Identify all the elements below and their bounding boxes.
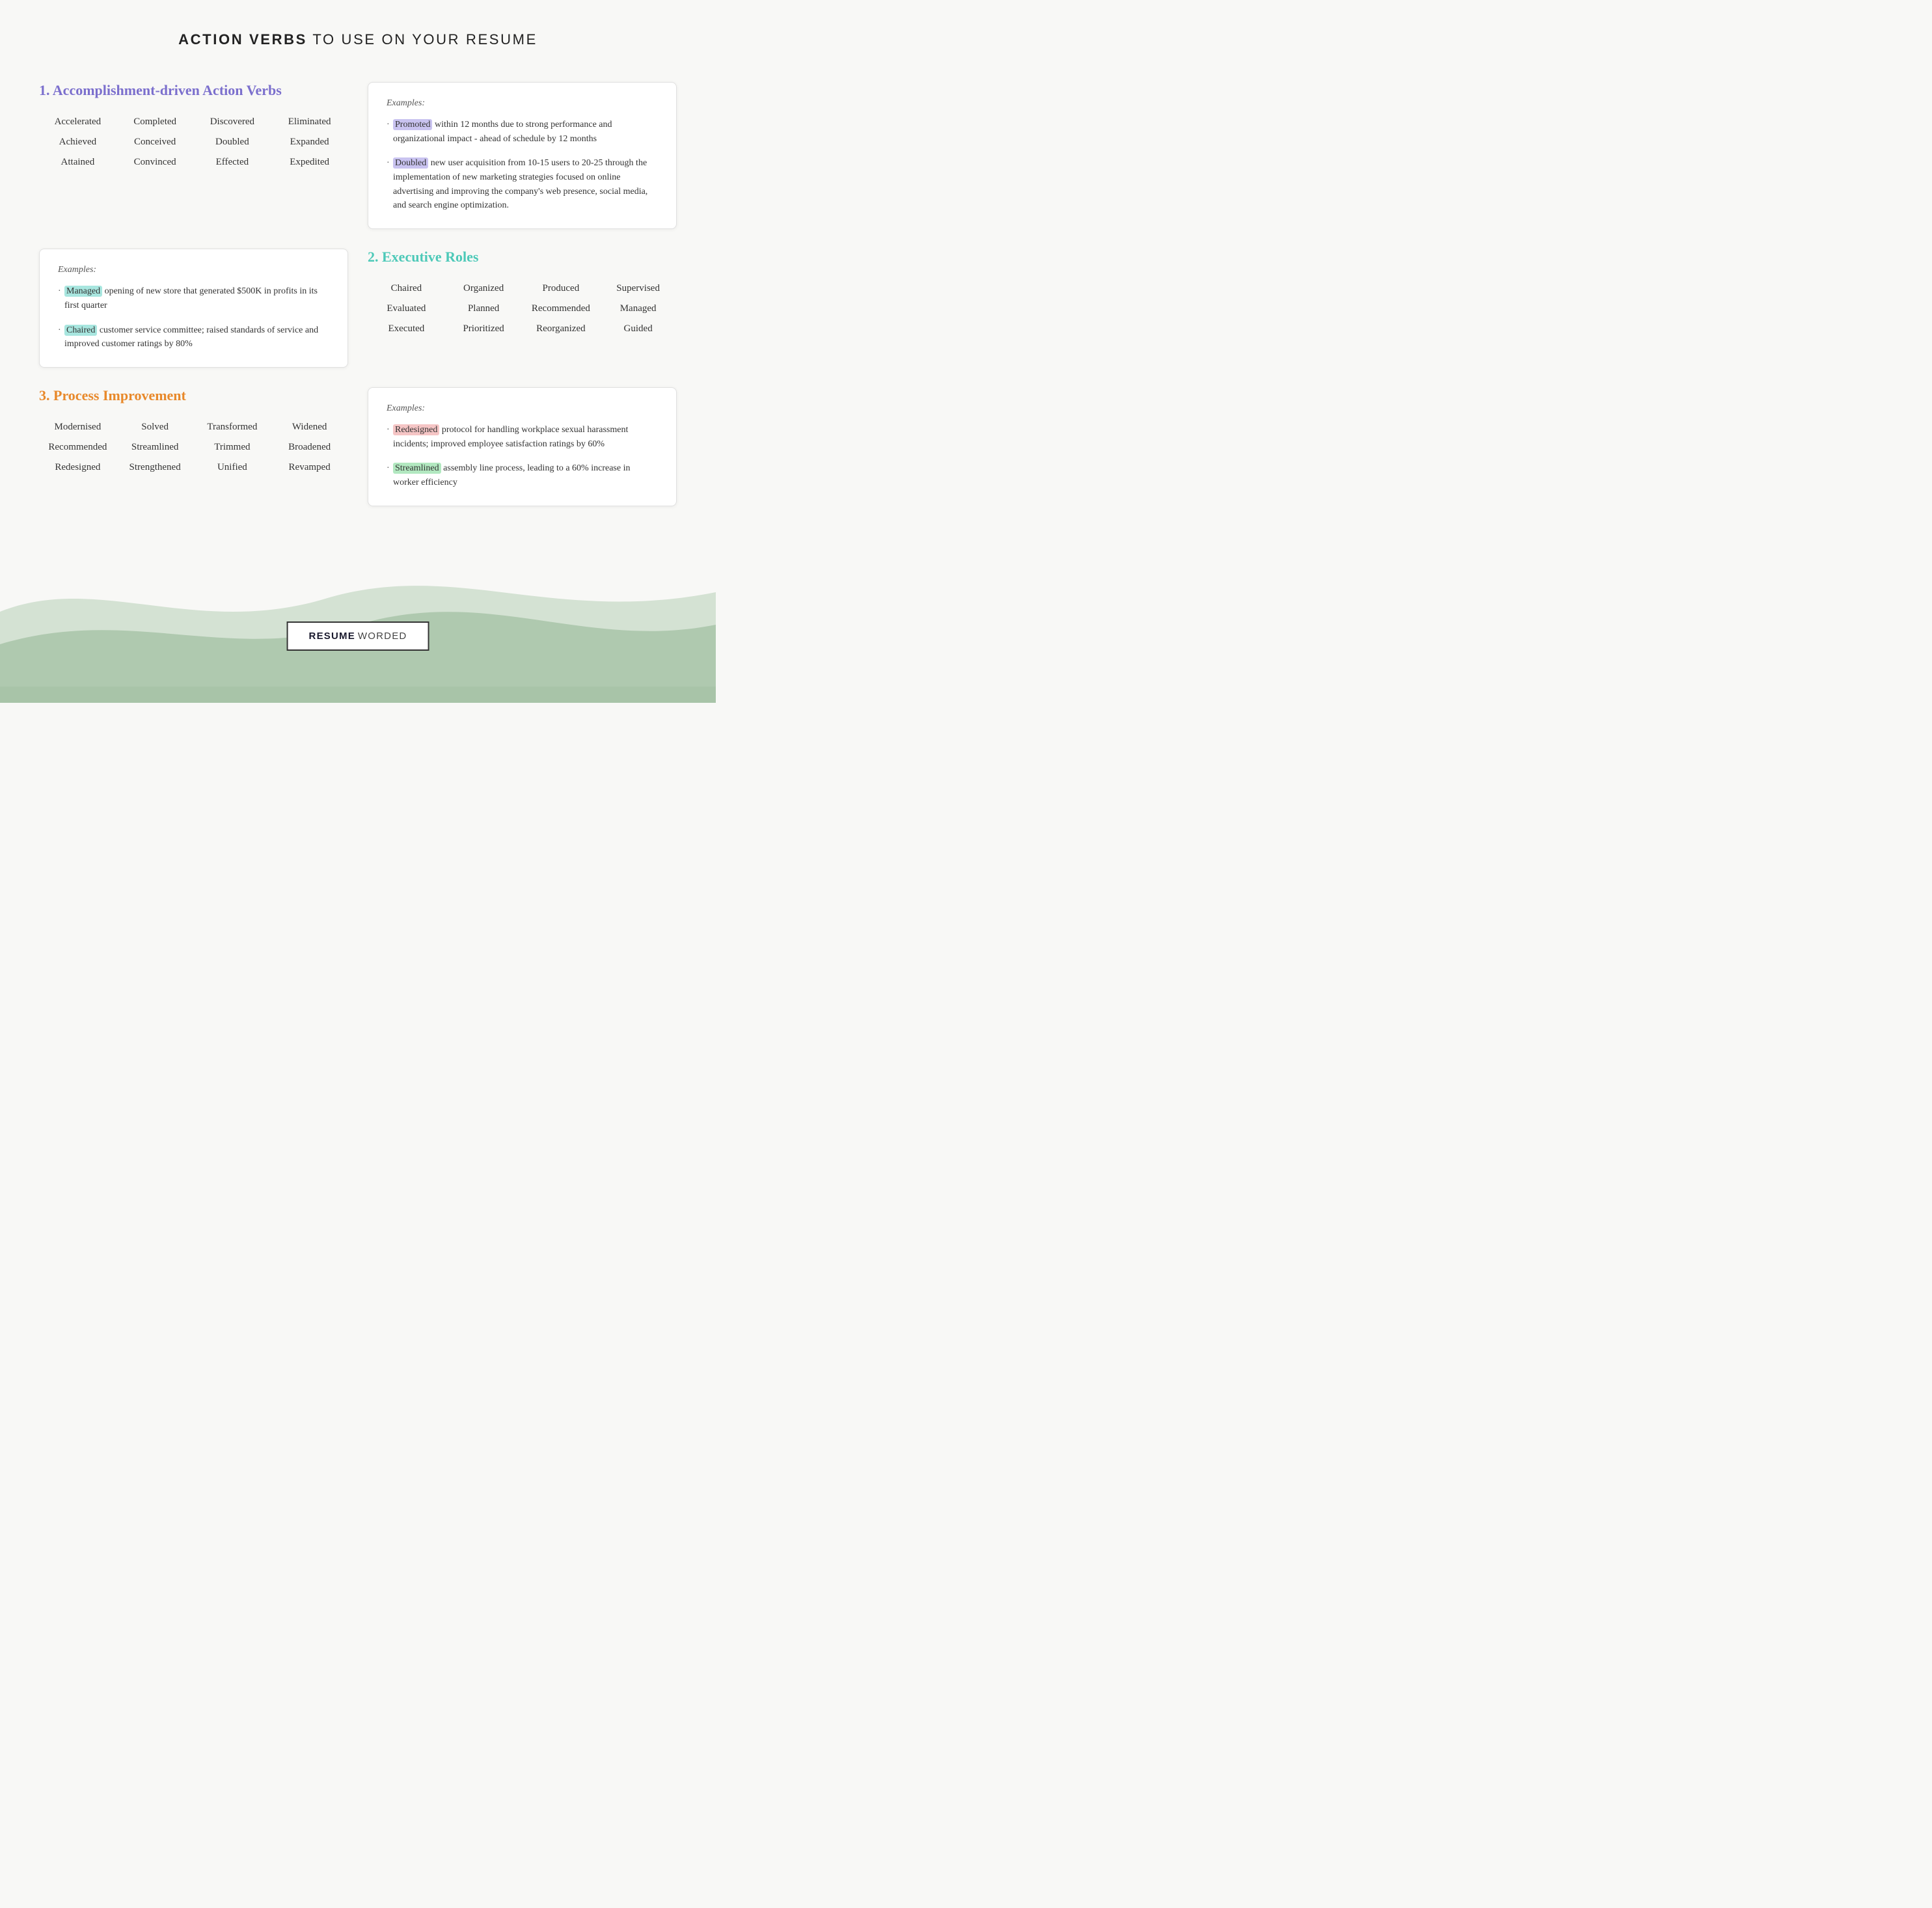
- verb: Eliminated: [271, 113, 348, 131]
- example-item-3-2: Streamlined assembly line process, leadi…: [387, 461, 658, 489]
- verb: Guided: [599, 320, 677, 338]
- verb: Chaired: [368, 280, 445, 297]
- verb: Supervised: [599, 280, 677, 297]
- verb: Transformed: [194, 418, 271, 436]
- verb: Recommended: [523, 300, 600, 318]
- verb: Conceived: [116, 133, 194, 151]
- example-box-2: Examples: Managed opening of new store t…: [39, 249, 348, 368]
- verb: Reorganized: [523, 320, 600, 338]
- section3-title: 3. Process Improvement: [39, 387, 348, 404]
- verb: Widened: [271, 418, 348, 436]
- verb: Achieved: [39, 133, 116, 151]
- row-3: 3. Process Improvement Modernised Solved…: [39, 387, 677, 506]
- verb: Convinced: [116, 154, 194, 171]
- highlight-chaired: Chaired: [64, 325, 97, 336]
- verb: Prioritized: [445, 320, 523, 338]
- example-label-2: Examples:: [58, 265, 329, 275]
- section3-verb-grid: Modernised Solved Transformed Widened Re…: [39, 418, 348, 476]
- section1-left-example: Examples: Managed opening of new store t…: [39, 249, 348, 368]
- verb: Solved: [116, 418, 194, 436]
- example-item-1-1: Promoted within 12 months due to strong …: [387, 118, 658, 146]
- verb: Planned: [445, 300, 523, 318]
- example-item-3-1: Redesigned protocol for handling workpla…: [387, 423, 658, 451]
- verb: Modernised: [39, 418, 116, 436]
- example-box-3: Examples: Redesigned protocol for handli…: [368, 387, 677, 506]
- verb: Recommended: [39, 439, 116, 456]
- section2-title: 2. Executive Roles: [368, 249, 677, 266]
- highlight-doubled: Doubled: [393, 157, 428, 169]
- verb: Executed: [368, 320, 445, 338]
- footer-logo-light: WORDED: [358, 631, 407, 642]
- verb: Expanded: [271, 133, 348, 151]
- section1-verb-grid: Accelerated Completed Discovered Elimina…: [39, 113, 348, 171]
- highlight-managed: Managed: [64, 286, 102, 297]
- verb: Doubled: [194, 133, 271, 151]
- section1-example-box: Examples: Promoted within 12 months due …: [368, 82, 677, 229]
- verb: Redesigned: [39, 459, 116, 476]
- example-item-2-1: Managed opening of new store that genera…: [58, 284, 329, 312]
- main-content: 1. Accomplishment-driven Action Verbs Ac…: [0, 69, 716, 506]
- example-item-1-2: Doubled new user acquisition from 10-15 …: [387, 156, 658, 213]
- verb: Strengthened: [116, 459, 194, 476]
- example-label-1: Examples:: [387, 98, 658, 109]
- verb: Attained: [39, 154, 116, 171]
- section1-title: 1. Accomplishment-driven Action Verbs: [39, 82, 348, 99]
- footer-logo-bold: RESUME: [309, 631, 355, 642]
- section1-left: 1. Accomplishment-driven Action Verbs Ac…: [39, 82, 348, 171]
- verb: Produced: [523, 280, 600, 297]
- verb: Accelerated: [39, 113, 116, 131]
- section2-right: 2. Executive Roles Chaired Organized Pro…: [368, 249, 677, 338]
- verb: Streamlined: [116, 439, 194, 456]
- example-item-2-2: Chaired customer service committee; rais…: [58, 323, 329, 351]
- row-2: Examples: Managed opening of new store t…: [39, 249, 677, 368]
- example-box-1: Examples: Promoted within 12 months due …: [368, 82, 677, 229]
- verb: Broadened: [271, 439, 348, 456]
- verb: Expedited: [271, 154, 348, 171]
- verb: Completed: [116, 113, 194, 131]
- row-1: 1. Accomplishment-driven Action Verbs Ac…: [39, 82, 677, 229]
- wave-background: [0, 495, 716, 703]
- page-header: ACTION VERBS TO USE ON YOUR RESUME: [0, 0, 716, 69]
- section2-verb-grid: Chaired Organized Produced Supervised Ev…: [368, 280, 677, 338]
- verb: Discovered: [194, 113, 271, 131]
- footer-logo: RESUME WORDED: [287, 621, 429, 651]
- verb: Trimmed: [194, 439, 271, 456]
- header-bold: ACTION VERBS: [178, 31, 307, 48]
- verb: Evaluated: [368, 300, 445, 318]
- verb: Unified: [194, 459, 271, 476]
- highlight-promoted: Promoted: [393, 119, 432, 130]
- verb: Revamped: [271, 459, 348, 476]
- highlight-streamlined: Streamlined: [393, 463, 441, 474]
- verb: Organized: [445, 280, 523, 297]
- section3-left: 3. Process Improvement Modernised Solved…: [39, 387, 348, 476]
- verb: Effected: [194, 154, 271, 171]
- example-label-3: Examples:: [387, 403, 658, 414]
- verb: Managed: [599, 300, 677, 318]
- header-rest: TO USE ON YOUR RESUME: [307, 31, 537, 48]
- section3-right: Examples: Redesigned protocol for handli…: [368, 387, 677, 506]
- highlight-redesigned: Redesigned: [393, 424, 439, 435]
